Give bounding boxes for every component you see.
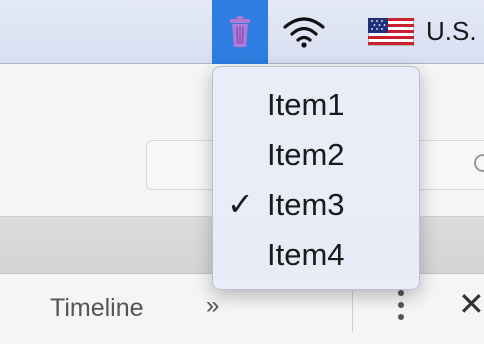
menu-bar: U.S. [0, 0, 484, 64]
menu-item-item2[interactable]: Item2 [213, 129, 419, 179]
input-source-label[interactable]: U.S. [426, 16, 477, 47]
more-tabs-chevron-icon[interactable]: » [206, 292, 219, 320]
us-flag-icon[interactable] [367, 17, 415, 47]
status-menu-dropdown: Item1 Item2 ✓ Item3 Item4 [212, 66, 420, 290]
trash-status-item[interactable] [212, 0, 268, 64]
more-options-icon[interactable] [392, 290, 410, 330]
wifi-icon [283, 17, 325, 48]
screen: U.S. Timeline » ✕ Item1 Item2 ✓ Item3 It… [0, 0, 484, 344]
checkmark-icon: ✓ [227, 186, 254, 222]
menu-item-item3[interactable]: ✓ Item3 [213, 179, 419, 229]
menu-item-label: Item1 [267, 87, 345, 122]
menu-item-item1[interactable]: Item1 [213, 79, 419, 129]
tab-timeline[interactable]: Timeline [50, 294, 144, 323]
wifi-status-item[interactable] [282, 12, 326, 52]
menu-item-item4[interactable]: Item4 [213, 229, 419, 279]
menu-item-label: Item3 [267, 187, 345, 222]
trash-icon [230, 16, 250, 47]
toolbar-divider [352, 286, 353, 332]
menu-item-label: Item2 [267, 137, 345, 172]
menu-item-label: Item4 [267, 237, 345, 272]
close-icon[interactable]: ✕ [458, 288, 484, 320]
